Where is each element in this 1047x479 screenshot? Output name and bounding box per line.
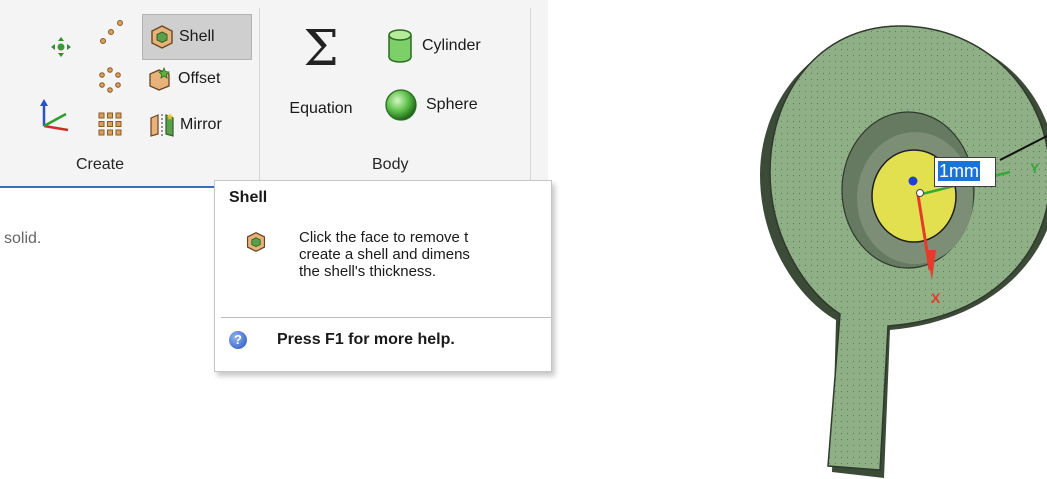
tooltip-help-text: Press F1 for more help. [277, 331, 455, 348]
y-axis-label: Y [1030, 160, 1040, 176]
tooltip-divider [221, 317, 551, 318]
shell-button[interactable]: Shell [142, 14, 252, 60]
sphere-icon [385, 89, 417, 121]
tooltip-description: Click the face to remove t create a shel… [299, 229, 551, 301]
axes-tool-button[interactable] [36, 98, 76, 134]
mirror-button[interactable]: Mirror [148, 112, 222, 138]
circular-pattern-button[interactable] [96, 66, 124, 94]
equation-label: Equation [289, 100, 353, 117]
equation-button[interactable]: Σ Equation [276, 20, 366, 130]
dimension-input[interactable]: 1mm [934, 157, 996, 187]
tooltip-desc-line: create a shell and dimens [299, 246, 470, 263]
cylinder-label: Cylinder [422, 37, 481, 54]
group-divider-right [530, 8, 531, 180]
sphere-button[interactable]: Sphere [384, 88, 478, 122]
offset-icon [149, 66, 170, 91]
mirror-label: Mirror [180, 116, 222, 133]
cylinder-icon [388, 29, 412, 63]
grid-icon [98, 112, 122, 136]
status-text: solid. [4, 230, 42, 247]
shell-tooltip: Shell Click the face to remove t create … [214, 180, 552, 372]
offset-button[interactable]: Offset [148, 66, 220, 92]
tooltip-desc-line: Click the face to remove t [299, 229, 469, 246]
shell-label: Shell [179, 28, 215, 45]
move-icon [51, 37, 71, 57]
ribbon: Shell Offset Mirror Create Σ Equation Cy… [0, 0, 548, 188]
axes-icon [40, 99, 69, 132]
part-model[interactable] [760, 25, 1047, 478]
group-divider [259, 8, 260, 180]
help-icon: ? [229, 331, 247, 349]
shell-small-icon [246, 232, 266, 252]
tooltip-desc-line: the shell's thickness. [299, 263, 437, 280]
move-tool-button[interactable] [50, 36, 72, 58]
sphere-label: Sphere [426, 96, 478, 113]
body-group-label: Body [372, 156, 409, 173]
points-icon [100, 20, 123, 44]
tooltip-title: Shell [229, 189, 268, 206]
dimension-value: 1mm [938, 161, 980, 181]
create-group-label: Create [76, 156, 125, 173]
x-axis-label: X [931, 290, 941, 306]
rect-pattern-button[interactable] [96, 110, 124, 138]
sigma-icon: Σ [303, 19, 339, 77]
pattern-icon [99, 67, 121, 93]
shell-icon [151, 25, 173, 49]
cylinder-button[interactable]: Cylinder [386, 28, 481, 64]
mirror-icon [150, 113, 174, 137]
points-tool-button[interactable] [98, 18, 126, 46]
offset-label: Offset [178, 70, 221, 87]
